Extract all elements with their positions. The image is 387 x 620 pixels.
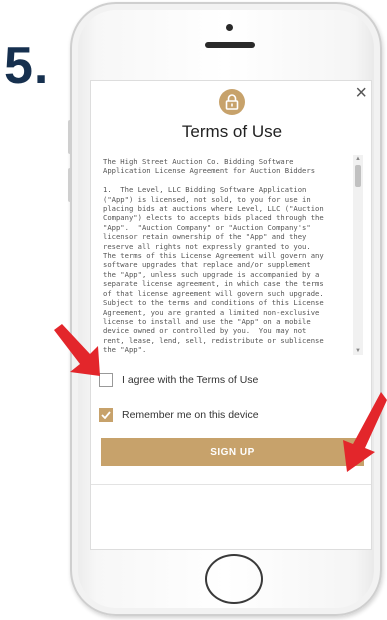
arrow-to-sign-up-button (343, 392, 387, 472)
volume-button (68, 168, 72, 202)
scroll-thumb[interactable] (355, 165, 361, 187)
close-icon[interactable]: × (355, 83, 367, 103)
divider (91, 484, 371, 485)
home-button[interactable] (205, 554, 263, 604)
scrollbar[interactable]: ▲ ▼ (353, 155, 363, 355)
scroll-down-icon[interactable]: ▼ (355, 348, 361, 354)
remember-me-label: Remember me on this device (122, 409, 259, 421)
arrow-to-agree-checkbox (54, 324, 100, 376)
remember-me-checkbox[interactable] (99, 408, 113, 422)
modal-title: Terms of Use (181, 122, 283, 141)
terms-scroll-area[interactable]: The High Street Auction Co. Bidding Soft… (101, 155, 363, 355)
step-number: 5. (4, 37, 50, 95)
lock-icon (219, 89, 245, 115)
terms-text: The High Street Auction Co. Bidding Soft… (103, 157, 324, 355)
volume-button (68, 120, 72, 154)
scroll-up-icon[interactable]: ▲ (355, 156, 361, 162)
speaker-grille (205, 42, 255, 48)
camera-icon (226, 24, 233, 31)
agree-terms-label: I agree with the Terms of Use (122, 374, 259, 386)
